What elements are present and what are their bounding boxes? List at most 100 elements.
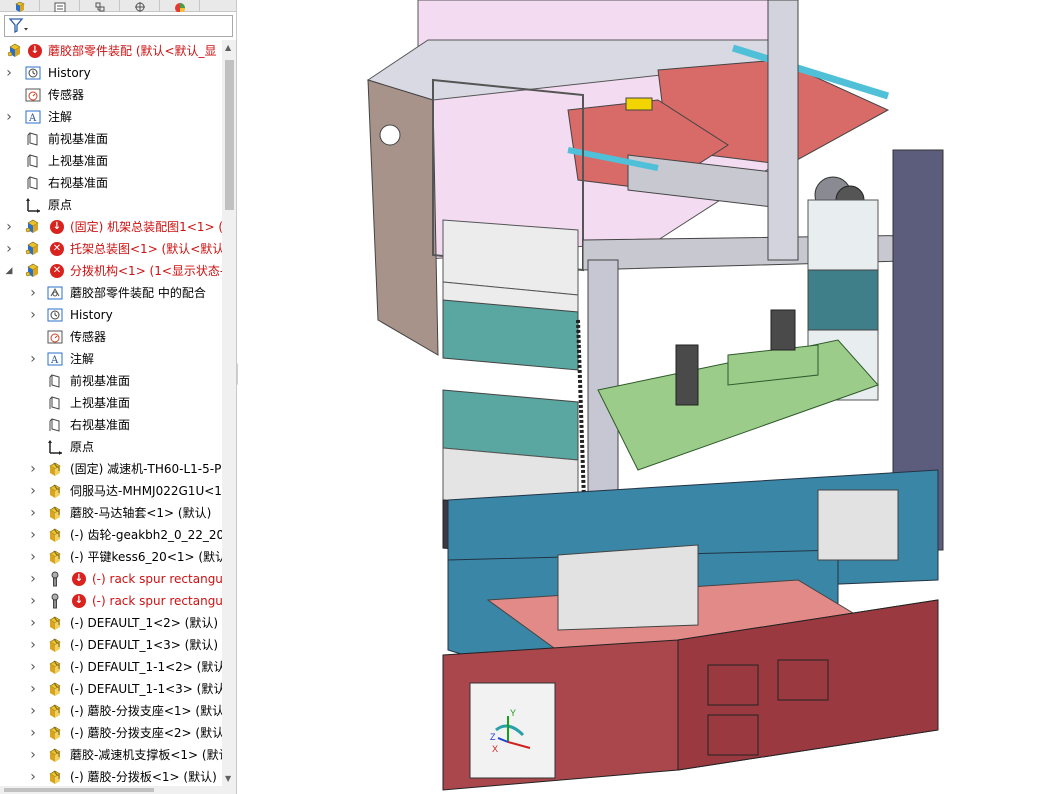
expand-arrow-icon[interactable]: ›: [28, 524, 38, 546]
error-icon: ✕: [50, 264, 64, 278]
tree-hscroll-thumb[interactable]: [4, 788, 154, 792]
tree-node[interactable]: › (-) DEFAULT_1<2> (默认): [0, 612, 222, 634]
tree-node[interactable]: › 蘑胶-减速机支撑板<1> (默认: [0, 744, 222, 766]
tree-node[interactable]: › (固定) 减速机-TH60-L1-5-P: [0, 458, 222, 480]
tree-node[interactable]: 上视基准面: [0, 392, 222, 414]
tree-node[interactable]: › (-) 平键kess6_20<1> (默认: [0, 546, 222, 568]
view-orientation-triad[interactable]: Y X Z: [488, 704, 538, 754]
expand-arrow-icon[interactable]: ›: [28, 458, 38, 480]
tree-node[interactable]: › 蘑胶部零件装配 中的配合: [0, 282, 222, 304]
tree-vertical-scrollbar[interactable]: ▲ ▼: [222, 40, 236, 794]
tree-horizontal-scrollbar[interactable]: [0, 786, 222, 794]
feature-manager-icon: [14, 2, 25, 12]
scroll-up-icon[interactable]: ▲: [225, 43, 231, 52]
tree-node[interactable]: 上视基准面: [0, 150, 222, 172]
tree-node[interactable]: › (-) 蘑胶-分拨支座<1> (默认: [0, 700, 222, 722]
expand-arrow-icon[interactable]: ›: [28, 678, 38, 700]
expand-arrow-icon[interactable]: ›: [28, 612, 38, 634]
tab-configuration-manager[interactable]: [80, 0, 120, 12]
tree-node[interactable]: › (-) DEFAULT_1-1<2> (默认: [0, 656, 222, 678]
tree-node-label: 前视基准面: [70, 374, 131, 388]
expand-arrow-icon[interactable]: ›: [28, 722, 38, 744]
tree-node[interactable]: › A 注解: [0, 348, 222, 370]
tree-node-label: (-) 平键kess6_20<1> (默认: [70, 550, 222, 564]
tree-node-label: (-) rack spur rectangu: [92, 594, 222, 608]
tree-node-label: 上视基准面: [48, 154, 109, 168]
filter-icon[interactable]: [9, 18, 31, 34]
tree-node[interactable]: 右视基准面: [0, 414, 222, 436]
tree-node[interactable]: › History: [0, 62, 222, 84]
collapse-arrow-icon[interactable]: ◢: [4, 260, 14, 282]
tree-node[interactable]: › 伺服马达-MHMJ022G1U<1: [0, 480, 222, 502]
tree-node[interactable]: 传感器: [0, 84, 222, 106]
tree-node[interactable]: › (-) 蘑胶-分拨支座<2> (默认: [0, 722, 222, 744]
assembly-icon: [24, 262, 42, 280]
toolbox-icon: [46, 592, 64, 610]
expand-arrow-icon[interactable]: ›: [28, 700, 38, 722]
tree-node-label: 上视基准面: [70, 396, 131, 410]
tree-node[interactable]: 前视基准面: [0, 370, 222, 392]
tab-dimxpert[interactable]: [120, 0, 160, 12]
tree-node-label: (固定) 减速机-TH60-L1-5-P: [70, 462, 222, 476]
expand-arrow-icon[interactable]: ›: [28, 590, 38, 612]
expand-arrow-icon[interactable]: ›: [4, 238, 14, 260]
tree-node[interactable]: › History: [0, 304, 222, 326]
expand-arrow-icon[interactable]: ›: [28, 634, 38, 656]
tree-node[interactable]: › 蘑胶-马达轴套<1> (默认): [0, 502, 222, 524]
tree-node-label: 前视基准面: [48, 132, 109, 146]
plane-icon: [46, 394, 64, 412]
toolbox-icon: [46, 570, 64, 588]
tree-node[interactable]: › ↓ (-) rack spur rectangu: [0, 568, 222, 590]
history-icon: [46, 306, 64, 324]
tree-scroll-thumb[interactable]: [225, 60, 234, 210]
tree-node[interactable]: › (-) 蘑胶-分拨板<1> (默认): [0, 766, 222, 786]
tab-feature-manager[interactable]: [0, 0, 40, 12]
tree-node[interactable]: › (-) DEFAULT_1<3> (默认): [0, 634, 222, 656]
tree-node[interactable]: › ↓ (-) rack spur rectangu: [0, 590, 222, 612]
graphics-viewport[interactable]: Y X Z: [238, 0, 1046, 794]
expand-arrow-icon[interactable]: ›: [28, 568, 38, 590]
expand-arrow-icon[interactable]: ›: [28, 502, 38, 524]
expand-arrow-icon[interactable]: ›: [4, 106, 14, 128]
filter-bar: [0, 13, 236, 40]
tree-node[interactable]: ◢ ✕ 分拨机构<1> (1<显示状态-: [0, 260, 222, 282]
part-icon: [46, 460, 64, 478]
tree-node-label: 原点: [48, 198, 73, 212]
svg-text:A: A: [28, 113, 37, 124]
expand-arrow-icon[interactable]: ›: [28, 282, 38, 304]
tree-filter-input[interactable]: [4, 15, 233, 37]
origin-icon: [24, 196, 42, 214]
tree-node[interactable]: › (-) 齿轮-geakbh2_0_22_20_: [0, 524, 222, 546]
scroll-down-icon[interactable]: ▼: [225, 774, 231, 783]
tab-display-manager[interactable]: [160, 0, 200, 12]
expand-arrow-icon[interactable]: ›: [28, 744, 38, 766]
tree-node[interactable]: 右视基准面: [0, 172, 222, 194]
tree-node[interactable]: › (-) DEFAULT_1-1<3> (默认: [0, 678, 222, 700]
panel-tab-bar: [0, 0, 236, 12]
expand-arrow-icon[interactable]: ›: [28, 304, 38, 326]
mates-icon: [46, 284, 64, 302]
tree-node[interactable]: › A 注解: [0, 106, 222, 128]
tree-node[interactable]: 原点: [0, 194, 222, 216]
tree-node[interactable]: › ↓ (固定) 机架总装配图1<1> (: [0, 216, 222, 238]
expand-arrow-icon[interactable]: ›: [28, 546, 38, 568]
tree-node-label: (-) 蘑胶-分拨支座<2> (默认: [70, 726, 222, 740]
expand-arrow-icon[interactable]: ›: [28, 348, 38, 370]
expand-arrow-icon[interactable]: ›: [28, 656, 38, 678]
tree-node[interactable]: › ✕ 托架总装图<1> (默认<默认: [0, 238, 222, 260]
tree-node[interactable]: 原点: [0, 436, 222, 458]
plane-icon: [46, 372, 64, 390]
expand-arrow-icon[interactable]: ›: [4, 62, 14, 84]
property-manager-icon: [54, 2, 65, 12]
tree-node[interactable]: ↓ 蘑胶部零件装配 (默认<默认_显: [0, 40, 222, 62]
expand-arrow-icon[interactable]: ›: [28, 766, 38, 786]
tab-property-manager[interactable]: [40, 0, 80, 12]
part-icon: [46, 724, 64, 742]
expand-arrow-icon[interactable]: ›: [28, 480, 38, 502]
tree-node[interactable]: 传感器: [0, 326, 222, 348]
tree-node-label: 右视基准面: [70, 418, 131, 432]
expand-arrow-icon[interactable]: ›: [4, 216, 14, 238]
tree-node-label: 原点: [70, 440, 95, 454]
tree-node[interactable]: 前视基准面: [0, 128, 222, 150]
machine-assembly-model[interactable]: [238, 0, 1046, 794]
